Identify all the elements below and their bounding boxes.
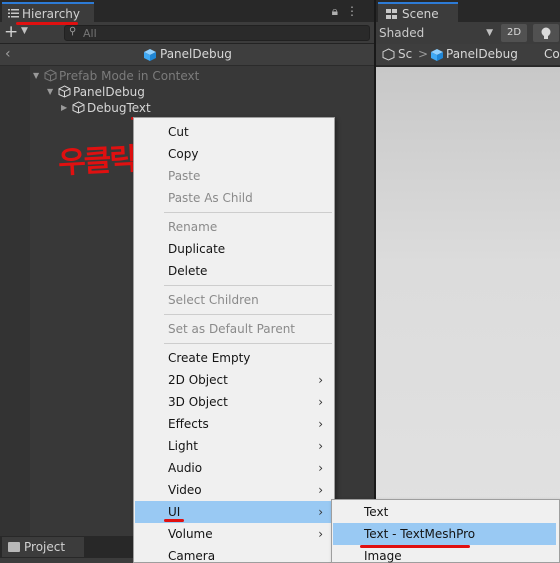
list-icon bbox=[8, 9, 19, 18]
tree-row-paneldebug[interactable]: ▼ PanelDebug bbox=[47, 84, 145, 100]
menu-item-audio[interactable]: Audio › bbox=[135, 457, 333, 479]
chevron-down-icon[interactable]: ▼ bbox=[21, 26, 28, 36]
submenu-arrow-icon: › bbox=[318, 483, 323, 497]
tab-scene-label: Scene bbox=[402, 7, 439, 21]
tree-gutter bbox=[0, 66, 30, 536]
menu-item-duplicate[interactable]: Duplicate bbox=[135, 238, 333, 260]
context-menu: Cut Copy Paste Paste As Child Rename Dup… bbox=[133, 117, 335, 563]
tree-row-prefab-context[interactable]: ▼ Prefab Mode in Context bbox=[33, 68, 199, 84]
menu-item-3d-object[interactable]: 3D Object › bbox=[135, 391, 333, 413]
unity-scene-icon bbox=[382, 48, 395, 61]
submenu-arrow-icon: › bbox=[318, 461, 323, 475]
tab-hierarchy[interactable]: Hierarchy bbox=[2, 2, 94, 22]
menu-item-label: 3D Object bbox=[168, 395, 228, 409]
tab-hierarchy-label: Hierarchy bbox=[22, 7, 81, 21]
submenu-item-text[interactable]: Text bbox=[333, 501, 556, 523]
menu-item-rename[interactable]: Rename bbox=[135, 216, 333, 238]
menu-item-video[interactable]: Video › bbox=[135, 479, 333, 501]
menu-item-2d-object[interactable]: 2D Object › bbox=[135, 369, 333, 391]
menu-separator bbox=[164, 212, 332, 213]
submenu-arrow-icon: › bbox=[318, 505, 323, 519]
more-options-icon[interactable]: ⋮ bbox=[346, 4, 366, 18]
annotation-right-click-text: 우클릭 bbox=[57, 142, 136, 181]
annotation-underline-hierarchy bbox=[16, 22, 78, 25]
cube-outline-icon bbox=[72, 101, 85, 114]
ui-submenu: Text Text - TextMeshPro Image bbox=[331, 499, 560, 563]
submenu-arrow-icon: › bbox=[318, 373, 323, 387]
breadcrumb-prefab[interactable]: PanelDebug bbox=[446, 47, 518, 61]
add-icon[interactable]: + bbox=[4, 23, 18, 41]
submenu-arrow-icon: › bbox=[318, 417, 323, 431]
breadcrumb-title: PanelDebug bbox=[160, 47, 232, 61]
menu-item-effects[interactable]: Effects › bbox=[135, 413, 333, 435]
tab-scene[interactable]: Scene bbox=[378, 2, 458, 22]
search-field[interactable]: ⚲ bbox=[64, 25, 370, 41]
tree-row-label: DebugText bbox=[87, 101, 151, 115]
menu-item-copy[interactable]: Copy bbox=[135, 143, 333, 165]
submenu-arrow-icon: › bbox=[318, 395, 323, 409]
menu-item-volume[interactable]: Volume › bbox=[135, 523, 333, 545]
scene-grid-icon bbox=[386, 9, 397, 19]
menu-item-paste[interactable]: Paste bbox=[135, 165, 333, 187]
scene-viewport[interactable] bbox=[376, 67, 560, 563]
submenu-arrow-icon: › bbox=[318, 527, 323, 541]
menu-item-paste-as-child[interactable]: Paste As Child bbox=[135, 187, 333, 209]
menu-item-create-empty[interactable]: Create Empty bbox=[135, 347, 333, 369]
tab-project[interactable]: Project bbox=[2, 537, 84, 557]
lighting-toggle-button[interactable] bbox=[533, 24, 559, 42]
tree-row-label: PanelDebug bbox=[73, 85, 145, 99]
prefab-cube-icon bbox=[144, 49, 156, 61]
tree-row-label: Prefab Mode in Context bbox=[59, 69, 200, 83]
annotation-underline-ui bbox=[164, 519, 184, 522]
lightbulb-icon bbox=[541, 27, 551, 39]
scene-breadcrumb: Sc > PanelDebug Co bbox=[376, 44, 560, 66]
folder-icon bbox=[8, 542, 20, 552]
menu-item-set-default-parent[interactable]: Set as Default Parent bbox=[135, 318, 333, 340]
menu-item-light[interactable]: Light › bbox=[135, 435, 333, 457]
menu-item-label: Audio bbox=[168, 461, 203, 475]
menu-item-cut[interactable]: Cut bbox=[135, 121, 333, 143]
shading-mode-label: Shaded bbox=[379, 26, 425, 40]
menu-item-delete[interactable]: Delete bbox=[135, 260, 333, 282]
collapse-arrow-icon[interactable]: ▶ bbox=[61, 100, 72, 116]
cube-outline-icon bbox=[58, 85, 71, 98]
menu-item-select-children[interactable]: Select Children bbox=[135, 289, 333, 311]
lock-icon[interactable]: 🔒︎ bbox=[332, 4, 346, 18]
tree-row-debugtext[interactable]: ▶ DebugText bbox=[61, 100, 151, 116]
search-icon: ⚲ bbox=[69, 26, 77, 37]
menu-item-label: Video bbox=[168, 483, 202, 497]
breadcrumb-scene[interactable]: Sc bbox=[398, 47, 412, 61]
scene-toolbar: Shaded ▼ 2D bbox=[376, 22, 560, 44]
menu-separator bbox=[164, 343, 332, 344]
menu-separator bbox=[164, 314, 332, 315]
menu-item-camera[interactable]: Camera bbox=[135, 545, 333, 563]
expand-arrow-icon[interactable]: ▼ bbox=[33, 68, 44, 84]
prefab-cube-icon bbox=[431, 49, 443, 61]
submenu-arrow-icon: › bbox=[318, 439, 323, 453]
breadcrumb-context[interactable]: Co bbox=[544, 47, 560, 61]
menu-separator bbox=[164, 285, 332, 286]
annotation-underline-textmeshpro bbox=[360, 545, 470, 548]
shading-mode-dropdown[interactable]: Shaded ▼ bbox=[379, 25, 497, 41]
chevron-down-icon: ▼ bbox=[486, 28, 493, 38]
tab-tools: 🔒︎⋮ bbox=[332, 4, 366, 19]
menu-item-label: UI bbox=[168, 505, 181, 519]
menu-item-label: Light bbox=[168, 439, 198, 453]
scene-panel: Scene Shaded ▼ 2D Sc > PanelDebug Co bbox=[376, 0, 560, 563]
cube-outline-icon bbox=[44, 69, 57, 82]
breadcrumb-separator: > bbox=[418, 47, 429, 61]
menu-item-label: 2D Object bbox=[168, 373, 228, 387]
tab-project-label: Project bbox=[24, 540, 66, 554]
expand-arrow-icon[interactable]: ▼ bbox=[47, 84, 58, 100]
menu-item-label: Effects bbox=[168, 417, 209, 431]
menu-item-label: Volume bbox=[168, 527, 213, 541]
prefab-breadcrumb: ‹ PanelDebug bbox=[0, 44, 374, 66]
hierarchy-tabbar: Hierarchy 🔒︎⋮ bbox=[0, 0, 374, 22]
search-input[interactable] bbox=[83, 26, 363, 40]
back-arrow-icon[interactable]: ‹ bbox=[5, 46, 11, 62]
toggle-2d-button[interactable]: 2D bbox=[501, 24, 527, 42]
submenu-item-text-textmeshpro[interactable]: Text - TextMeshPro bbox=[333, 523, 556, 545]
hierarchy-toolbar: + ▼ ⚲ bbox=[0, 22, 374, 44]
